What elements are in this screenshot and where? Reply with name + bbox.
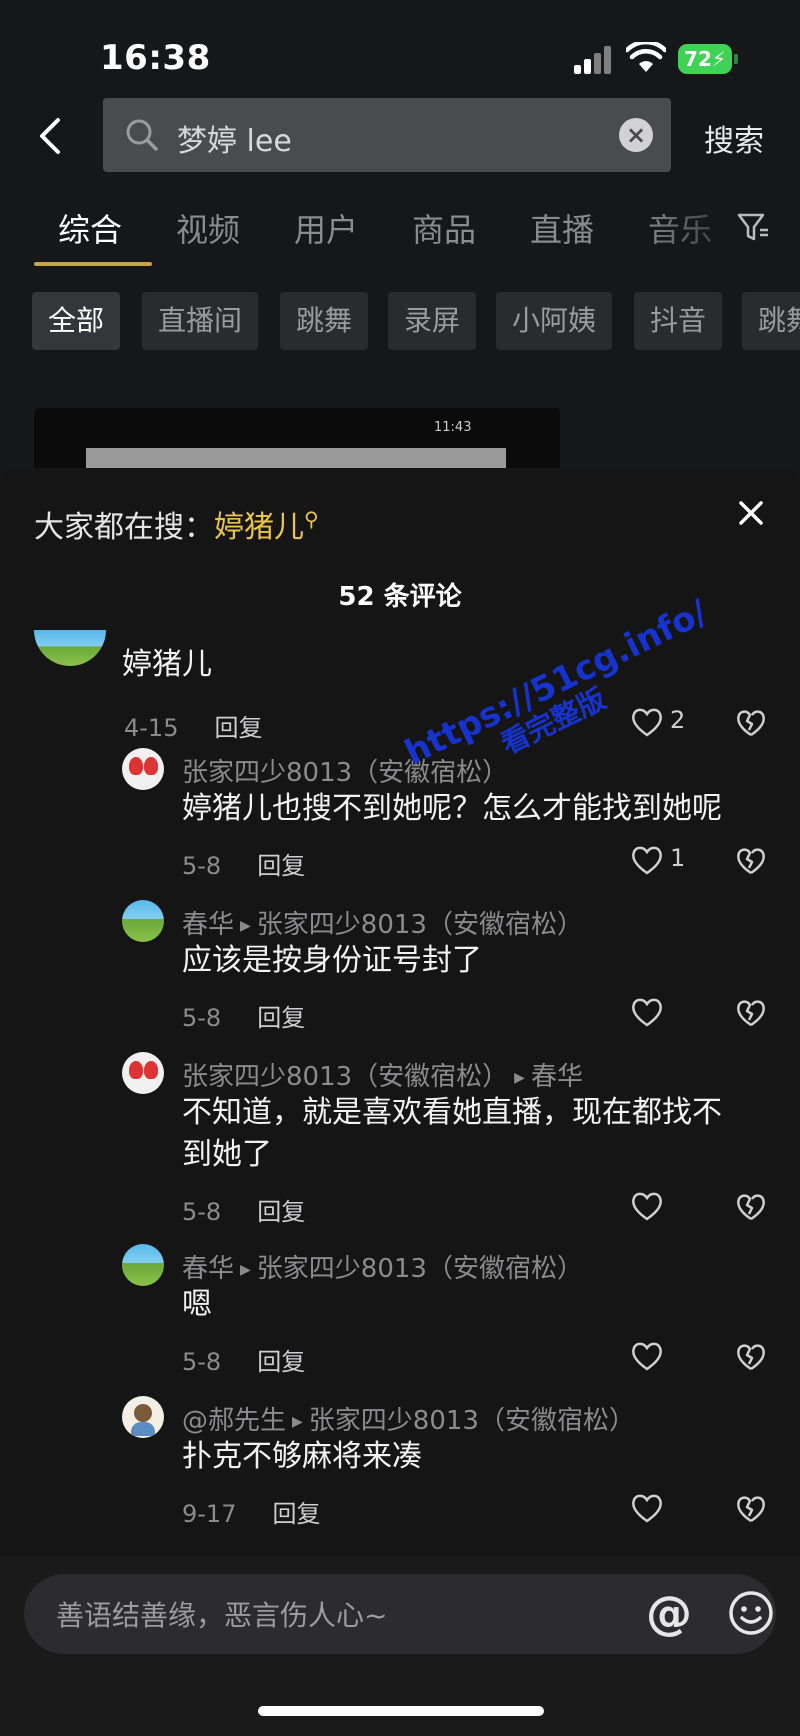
close-icon[interactable]	[736, 498, 766, 528]
signal-icon	[574, 46, 614, 74]
tab-video[interactable]: 视频	[176, 205, 240, 251]
avatar[interactable]	[122, 1396, 164, 1438]
tab-goods[interactable]: 商品	[412, 205, 476, 251]
broken-heart-icon[interactable]	[736, 708, 766, 738]
broken-heart-icon[interactable]	[736, 846, 766, 876]
comment-meta: 9-17 回复	[182, 1494, 320, 1529]
search-small-icon: ⚲	[304, 507, 319, 531]
chip-record[interactable]: 录屏	[388, 292, 477, 350]
broken-heart-icon[interactable]	[736, 1342, 766, 1372]
like-button[interactable]	[630, 996, 690, 1028]
broken-heart-icon[interactable]	[736, 1494, 766, 1524]
avatar[interactable]	[122, 1052, 164, 1094]
thumbnail-time: 11:43	[434, 420, 472, 435]
like-button[interactable]	[630, 1492, 690, 1524]
back-arrow-icon[interactable]	[36, 116, 66, 156]
avatar[interactable]	[122, 900, 164, 942]
reply-button[interactable]: 回复	[257, 852, 305, 880]
like-button[interactable]	[630, 1340, 690, 1372]
tab-live[interactable]: 直播	[530, 205, 594, 251]
tab-users[interactable]: 用户	[294, 205, 358, 251]
comment-text: 婷猪儿也搜不到她呢？怎么才能找到她呢	[182, 791, 722, 826]
reply-author[interactable]: 春华 ▶ 张家四少8013（安徽宿松）	[182, 904, 583, 941]
chip-live-room[interactable]: 直播间	[142, 292, 259, 350]
comment-text: 不知道，就是喜欢看她直播，现在都找不	[182, 1095, 722, 1130]
search-query: 梦婷 lee	[177, 124, 292, 159]
avatar[interactable]	[122, 748, 164, 790]
comment-text: 应该是按身份证号封了	[182, 943, 482, 978]
comment-text: 嗯	[182, 1287, 212, 1322]
comment-text: 扑克不够麻将来凑	[182, 1439, 422, 1474]
wifi-icon	[626, 42, 666, 72]
chip-dance[interactable]: 跳舞	[280, 292, 369, 350]
avatar[interactable]	[34, 630, 106, 666]
broken-heart-icon[interactable]	[736, 1192, 766, 1222]
home-indicator	[258, 1706, 544, 1716]
comment-meta: 5-8 回复	[182, 846, 305, 881]
reply-author[interactable]: 张家四少8013（安徽宿松） ▶ 春华	[182, 1056, 583, 1093]
clear-search-icon[interactable]: ×	[619, 118, 653, 152]
like-button[interactable]: 1	[630, 844, 690, 876]
like-count: 1	[670, 844, 686, 872]
video-thumbnail[interactable]: 11:43	[34, 408, 560, 468]
broken-heart-icon[interactable]	[736, 998, 766, 1028]
heart-icon	[632, 846, 662, 875]
reply-arrow-icon: ▶	[292, 1413, 303, 1430]
comment-date: 5-8	[182, 1198, 222, 1226]
reply-button[interactable]: 回复	[272, 1500, 320, 1528]
reply-arrow-icon: ▶	[240, 917, 251, 934]
search-icon	[126, 119, 158, 151]
comment-date: 4-15	[124, 714, 179, 742]
comment-text-line2: 到她了	[182, 1137, 272, 1172]
status-bar: 16:38 72⚡	[0, 0, 800, 96]
chip-all[interactable]: 全部	[32, 292, 121, 350]
reply-button[interactable]: 回复	[257, 1004, 305, 1032]
mention-icon[interactable]: @	[646, 1586, 692, 1640]
search-button[interactable]: 搜索	[704, 116, 764, 160]
chip-douyin[interactable]: 抖音	[634, 292, 723, 350]
reply-button[interactable]: 回复	[214, 714, 262, 742]
heart-icon	[632, 998, 662, 1027]
like-button[interactable]: 2	[630, 706, 690, 738]
trending-keyword[interactable]: 婷猪儿	[214, 510, 304, 545]
comment-input[interactable]: 善语结善缘，恶言伤人心~ @	[24, 1574, 776, 1654]
avatar[interactable]	[122, 1244, 164, 1286]
heart-icon	[632, 1342, 662, 1371]
comment-input-bar: 善语结善缘，恶言伤人心~ @	[0, 1556, 800, 1736]
reply-arrow-icon: ▶	[514, 1069, 525, 1086]
tab-all[interactable]: 综合	[58, 205, 122, 251]
comment-text: 婷猪儿	[122, 647, 212, 682]
search-input[interactable]: 梦婷 lee ×	[103, 98, 671, 172]
battery-icon: 72⚡	[678, 44, 738, 74]
active-tab-indicator	[34, 262, 152, 266]
comment-meta: 5-8 回复	[182, 998, 305, 1033]
heart-icon	[632, 1494, 662, 1523]
status-time: 16:38	[100, 38, 211, 78]
heart-icon	[632, 708, 662, 737]
reply-button[interactable]: 回复	[257, 1198, 305, 1226]
filter-icon[interactable]	[736, 210, 770, 244]
comment-date: 5-8	[182, 852, 222, 880]
comment-meta: 5-8 回复	[182, 1192, 305, 1227]
comment-meta: 5-8 回复	[182, 1342, 305, 1377]
trending-search[interactable]: 大家都在搜：婷猪儿⚲	[34, 502, 319, 546]
comment-meta: 4-15 回复	[124, 708, 262, 743]
comment-date: 5-8	[182, 1348, 222, 1376]
chip-dance-2[interactable]: 跳舞	[742, 292, 800, 350]
battery-level: 72	[684, 47, 712, 71]
chip-aunt[interactable]: 小阿姨	[496, 292, 613, 350]
like-button[interactable]	[630, 1190, 690, 1222]
like-count: 2	[670, 706, 686, 734]
heart-icon	[632, 1192, 662, 1221]
comment-date: 9-17	[182, 1500, 237, 1528]
reply-author[interactable]: @郝先生 ▶ 张家四少8013（安徽宿松）	[182, 1400, 635, 1437]
emoji-icon[interactable]	[728, 1590, 774, 1636]
reply-arrow-icon: ▶	[240, 1261, 251, 1278]
comment-date: 5-8	[182, 1004, 222, 1032]
reply-author[interactable]: 春华 ▶ 张家四少8013（安徽宿松）	[182, 1248, 583, 1285]
filter-chips: 全部 直播间 跳舞 录屏 小阿姨 抖音 跳舞	[0, 292, 800, 350]
reply-button[interactable]: 回复	[257, 1348, 305, 1376]
comment-placeholder: 善语结善缘，恶言伤人心~	[56, 1599, 388, 1632]
